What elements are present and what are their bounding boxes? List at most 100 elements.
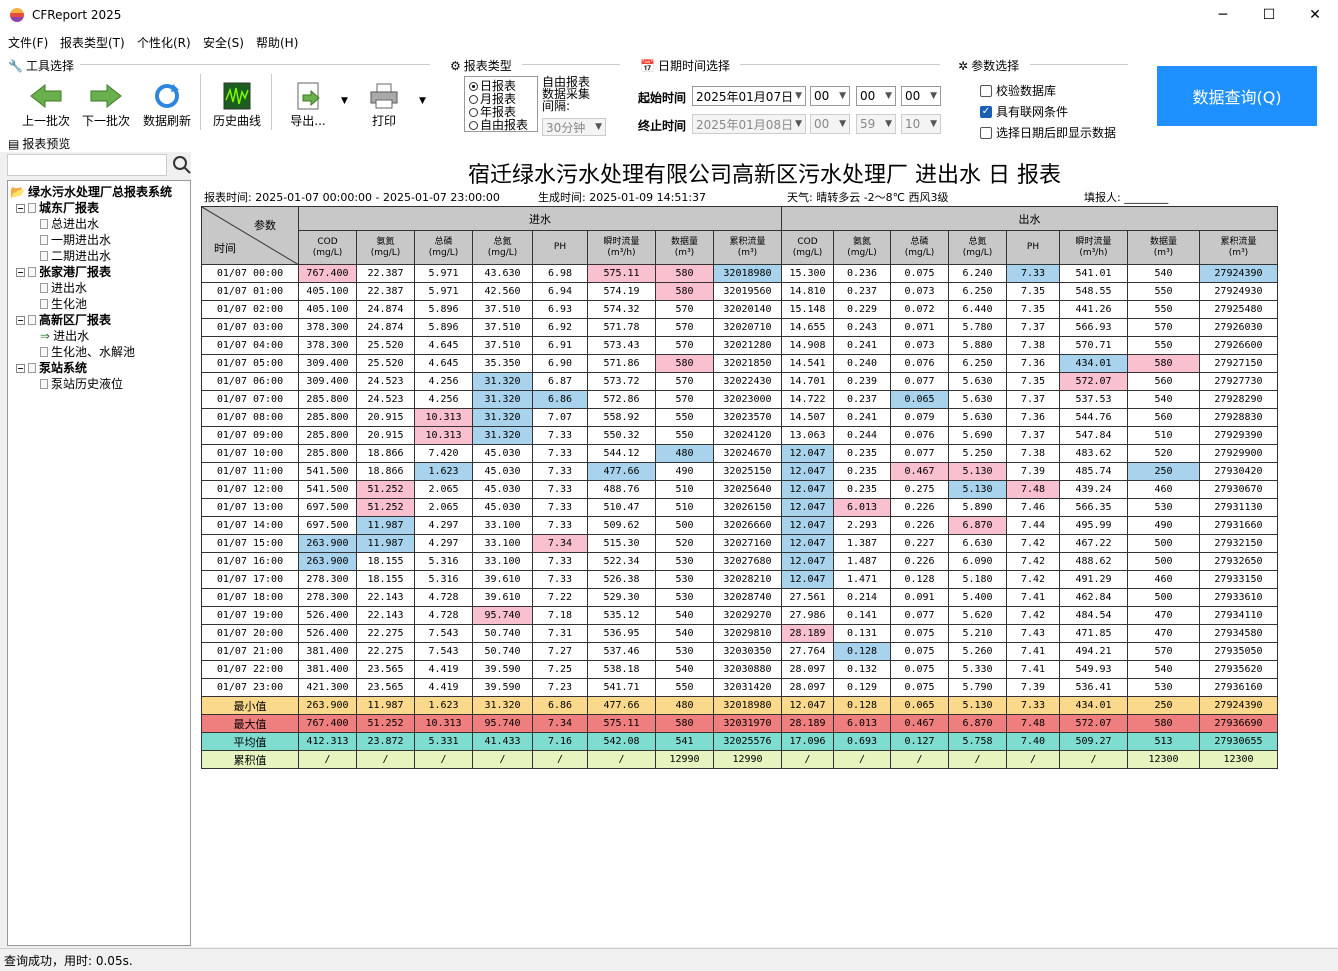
menu-security[interactable]: 安全(S) [203, 34, 244, 51]
tree-group[interactable]: − 泵站系统 [16, 360, 87, 376]
table-cell: 14.701 [781, 372, 834, 391]
collapse-icon[interactable]: − [16, 203, 25, 213]
table-cell: 540 [1127, 264, 1200, 283]
start-date-picker[interactable]: 2025年01月07日 ▼ [692, 86, 806, 106]
table-cell: 5.630 [948, 408, 1007, 427]
datetime-title: 📅 日期时间选择 [640, 57, 730, 74]
export-button[interactable]: 导出... [280, 80, 336, 129]
report-preview-label: 报表预览 [22, 137, 71, 151]
summary-cell: 0.693 [833, 732, 891, 751]
table-cell: 6.240 [948, 264, 1007, 283]
radio-free[interactable]: 自由报表 [469, 119, 528, 132]
tree-item[interactable]: 生化池、水解池 [40, 344, 135, 360]
tree-item[interactable]: 泵站历史液位 [40, 376, 123, 392]
table-cell: 27933150 [1199, 570, 1278, 589]
table-cell: 0.077 [890, 372, 949, 391]
table-cell: 0.072 [890, 300, 949, 319]
table-cell: 522.34 [587, 552, 656, 571]
table-row: 01/07 18:00 278.300 22.143 4.728 39.610 7.22 5… [201, 588, 1278, 607]
summary-cell: 51.252 [356, 714, 415, 733]
collapse-icon[interactable]: − [16, 315, 25, 325]
table-cell: 6.92 [532, 318, 588, 337]
table-cell: 01/07 00:00 [201, 264, 299, 283]
table-cell: 467.22 [1059, 534, 1128, 553]
query-button[interactable]: 数据查询(Q) [1157, 66, 1317, 126]
divider [1030, 64, 1128, 65]
arrow-left-icon [20, 80, 72, 112]
tree-group[interactable]: − 张家港厂报表 [16, 264, 111, 280]
start-second-select[interactable]: 00 ▼ [901, 86, 941, 106]
print-button[interactable]: 打印 [362, 80, 406, 129]
tree-item[interactable]: 一期进出水 [40, 232, 111, 248]
menu-file[interactable]: 文件(F) [8, 34, 48, 51]
table-cell: 01/07 17:00 [201, 570, 299, 589]
auto-show-checkbox[interactable]: 选择日期后即显示数据 [980, 124, 1116, 141]
verify-db-checkbox[interactable]: 校验数据库 [980, 82, 1056, 99]
menu-personalize[interactable]: 个性化(R) [137, 34, 191, 51]
column-header: 总氮 (mg/L) [472, 230, 533, 265]
start-hour-select[interactable]: 00 ▼ [810, 86, 850, 106]
doc-icon [28, 315, 36, 325]
summary-cell: / [587, 750, 656, 769]
next-batch-button[interactable]: 下一批次 [80, 80, 132, 129]
column-header: PH [532, 230, 588, 265]
table-cell: 494.21 [1059, 642, 1128, 661]
summary-row: 最大值 767.400 51.252 10.313 95.740 7.34 575.11 58… [201, 714, 1278, 733]
table-cell: 0.236 [833, 264, 891, 283]
menu-help[interactable]: 帮助(H) [256, 34, 298, 51]
interval-value: 30分钟 [546, 120, 586, 135]
history-curve-button[interactable]: 历史曲线 [208, 80, 266, 129]
table-cell: 0.240 [833, 354, 891, 373]
tree-group[interactable]: − 城东厂报表 [16, 200, 99, 216]
report-type-radio-group: 日报表 月报表 年报表 自由报表 [464, 76, 538, 132]
table-cell: 1.471 [833, 570, 891, 589]
refresh-button[interactable]: 数据刷新 [140, 80, 194, 129]
network-checkbox[interactable]: ✓ 具有联网条件 [980, 103, 1068, 120]
table-cell: 27934110 [1199, 606, 1278, 625]
table-cell: 27928290 [1199, 390, 1278, 409]
tree-root[interactable]: 📂 绿水污水处理厂总报表系统 [10, 184, 172, 200]
table-cell: 7.420 [414, 444, 473, 463]
summary-cell: 6.870 [948, 714, 1007, 733]
tree-item[interactable]: 进出水 [40, 280, 87, 296]
outflow-header: 出水 [781, 206, 1278, 231]
collapse-icon[interactable]: − [16, 267, 25, 277]
table-cell: 28.189 [781, 624, 834, 643]
end-second-select: 10 ▼ [901, 114, 941, 134]
close-button[interactable]: ✕ [1292, 0, 1338, 30]
weather: 天气: 晴转多云 -2～8℃ 西风3级 [787, 191, 949, 204]
tree-group[interactable]: − 高新区厂报表 [16, 312, 111, 328]
maximize-button[interactable]: ☐ [1246, 0, 1292, 30]
radio-free-label: 自由报表 [480, 118, 529, 132]
start-minute-select[interactable]: 00 ▼ [856, 86, 896, 106]
tree-item[interactable]: 总进出水 [40, 216, 99, 232]
table-cell: 580 [655, 264, 714, 283]
table-cell: 0.073 [890, 336, 949, 355]
tree-item-label: 进出水 [51, 281, 88, 295]
table-cell: 01/07 15:00 [201, 534, 299, 553]
table-row: 01/07 00:00 767.400 22.387 5.971 43.630 6.98 5… [201, 264, 1278, 283]
table-cell: 491.29 [1059, 570, 1128, 589]
table-cell: 7.33 [532, 552, 588, 571]
tree-search-input[interactable] [7, 154, 167, 176]
print-dropdown-icon[interactable]: ▼ [419, 96, 426, 106]
column-header: 累积流量 (m³) [713, 230, 782, 265]
table-cell: 530 [655, 588, 714, 607]
export-dropdown-icon[interactable]: ▼ [341, 96, 348, 106]
table-cell: 530 [655, 570, 714, 589]
table-row: 01/07 22:00 381.400 23.565 4.419 39.590 7.25 5… [201, 660, 1278, 679]
table-cell: 5.260 [948, 642, 1007, 661]
doc-icon [40, 283, 48, 293]
table-row: 01/07 07:00 285.800 24.523 4.256 31.320 6.86 5… [201, 390, 1278, 409]
tree-item-selected[interactable]: ⇒ 进出水 [40, 328, 89, 344]
table-cell: 0.237 [833, 282, 891, 301]
tree-item[interactable]: 二期进出水 [40, 248, 111, 264]
table-cell: 14.908 [781, 336, 834, 355]
checkbox-box [980, 84, 992, 97]
minimize-button[interactable]: ─ [1200, 0, 1246, 30]
search-icon[interactable] [173, 156, 191, 174]
prev-batch-button[interactable]: 上一批次 [20, 80, 72, 129]
collapse-icon[interactable]: − [16, 363, 25, 373]
tree-item[interactable]: 生化池 [40, 296, 87, 312]
menu-report-type[interactable]: 报表类型(T) [60, 34, 125, 51]
